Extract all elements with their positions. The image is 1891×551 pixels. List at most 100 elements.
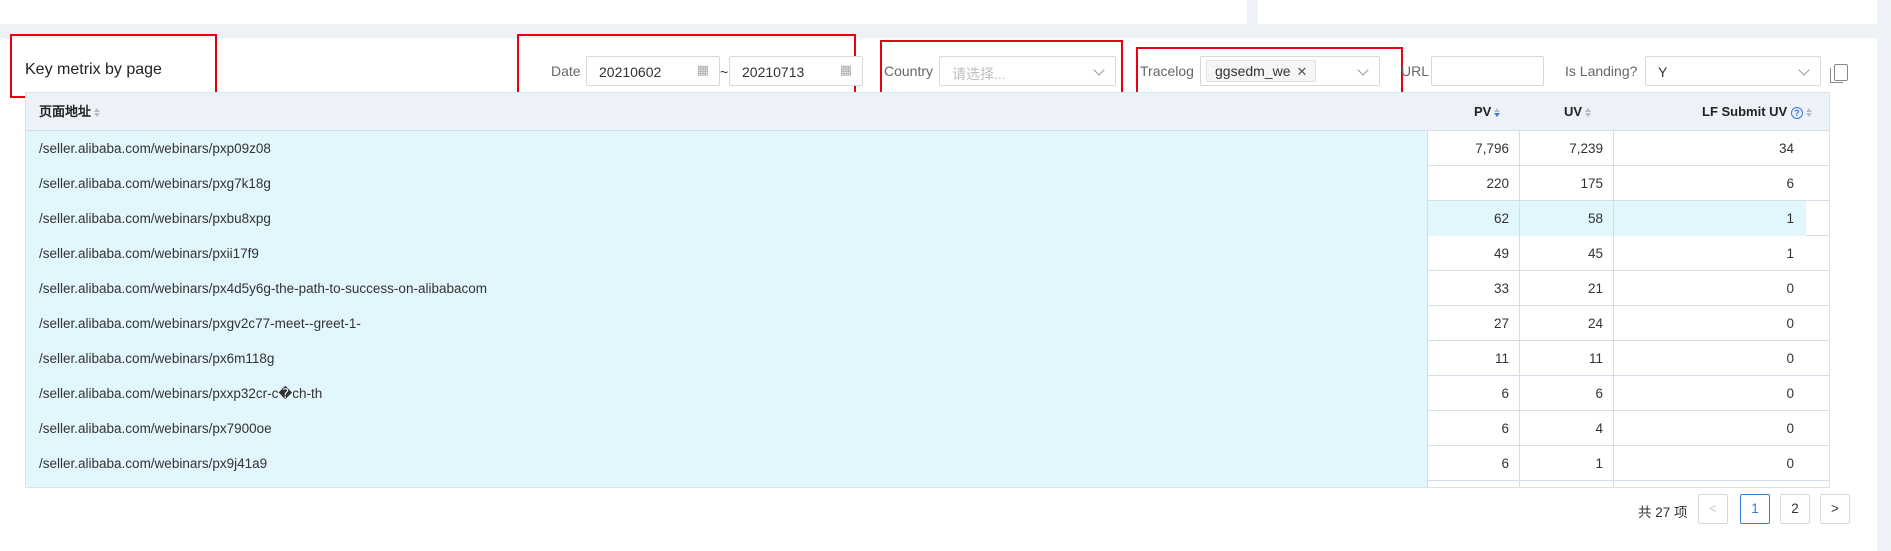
- url-cell: /seller.alibaba.com/webinars/pxxp32cr-c�…: [26, 376, 1427, 411]
- table-row[interactable]: /seller.alibaba.com/webinars/px6m118g 11…: [26, 341, 1829, 376]
- close-icon[interactable]: ✕: [1297, 64, 1308, 79]
- uv-cell: 11: [1519, 341, 1613, 376]
- pv-cell: 27: [1427, 306, 1519, 341]
- tracelog-select[interactable]: ggsedm_we ✕: [1200, 56, 1380, 86]
- sort-icon[interactable]: [1805, 108, 1813, 118]
- page-title: Key metrix by page: [25, 61, 162, 78]
- column-header-url[interactable]: 页面地址: [39, 93, 101, 131]
- lf-cell: 0: [1613, 411, 1806, 446]
- column-header-pv[interactable]: PV: [1474, 93, 1501, 131]
- url-cell: /seller.alibaba.com/webinars/px4d5y6g-th…: [26, 271, 1427, 306]
- url-label: URL: [1401, 63, 1430, 79]
- table-row[interactable]: /seller.alibaba.com/webinars/pxii17f9 49…: [26, 236, 1829, 271]
- table-row[interactable]: /seller.alibaba.com/webinars/pxbu8xpg 62…: [26, 201, 1829, 236]
- chevron-down-icon: [1093, 64, 1105, 76]
- country-label: Country: [884, 63, 934, 79]
- pagination-total: 共 27 项: [1638, 505, 1688, 520]
- lf-cell: 0: [1613, 341, 1806, 376]
- date-label: Date: [551, 63, 581, 79]
- top-card-left: [0, 0, 1247, 24]
- table-row[interactable]: /seller.alibaba.com/webinars/px4d5y6g-th…: [26, 271, 1829, 306]
- sort-icon[interactable]: [1494, 108, 1501, 118]
- lf-cell: 0: [1613, 271, 1806, 306]
- sort-icon[interactable]: [1585, 108, 1592, 118]
- help-circle-icon[interactable]: ?: [1790, 106, 1803, 119]
- landing-select[interactable]: Y: [1645, 56, 1821, 86]
- url-cell: /seller.alibaba.com/webinars/pxgv2c77-me…: [26, 306, 1427, 341]
- pv-cell: 11: [1427, 341, 1519, 376]
- date-separator: ~: [720, 64, 729, 80]
- landing-label: Is Landing?: [1565, 63, 1638, 79]
- uv-cell: [1519, 481, 1613, 487]
- table-row[interactable]: /seller.alibaba.com/webinars/pxp09z08 7,…: [26, 131, 1829, 166]
- chevron-down-icon: [1798, 64, 1810, 76]
- date-from-value: 20210602: [599, 64, 662, 80]
- table-row[interactable]: /seller.alibaba.com/webinars/px7900oe 6 …: [26, 411, 1829, 446]
- uv-cell: 4: [1519, 411, 1613, 446]
- lf-cell: 1: [1613, 236, 1806, 271]
- table-row-partial[interactable]: [26, 481, 1829, 487]
- calendar-icon: ▦: [696, 62, 709, 77]
- table-row[interactable]: /seller.alibaba.com/webinars/px9j41a9 6 …: [26, 446, 1829, 481]
- url-cell: /seller.alibaba.com/webinars/px9j41a9: [26, 446, 1427, 481]
- column-header-uv-label: UV: [1564, 104, 1583, 119]
- date-to-value: 20210713: [742, 64, 805, 80]
- url-cell: [26, 481, 1427, 487]
- lf-cell: 0: [1613, 376, 1806, 411]
- column-header-url-label: 页面地址: [39, 104, 92, 119]
- uv-cell: 7,239: [1519, 131, 1613, 166]
- uv-cell: 45: [1519, 236, 1613, 271]
- pv-cell: 49: [1427, 236, 1519, 271]
- url-cell: /seller.alibaba.com/webinars/px6m118g: [26, 341, 1427, 376]
- column-header-pv-label: PV: [1474, 104, 1492, 119]
- page-button-2[interactable]: 2: [1780, 494, 1810, 524]
- pv-cell: 7,796: [1427, 131, 1519, 166]
- lf-cell: 34: [1613, 131, 1806, 166]
- uv-cell: 58: [1519, 201, 1613, 236]
- date-from-input[interactable]: 20210602 ▦: [586, 56, 720, 86]
- pv-cell: [1427, 481, 1519, 487]
- landing-value: Y: [1658, 64, 1668, 80]
- chevron-down-icon: [1357, 64, 1369, 76]
- column-header-uv[interactable]: UV: [1564, 93, 1592, 131]
- country-select[interactable]: 请选择...: [939, 56, 1116, 86]
- uv-cell: 175: [1519, 166, 1613, 201]
- lf-cell: [1613, 481, 1806, 487]
- column-header-lf[interactable]: LF Submit UV ?: [1702, 93, 1813, 131]
- country-placeholder: 请选择...: [952, 66, 1006, 82]
- pv-cell: 6: [1427, 446, 1519, 481]
- uv-cell: 24: [1519, 306, 1613, 341]
- calendar-icon: ▦: [839, 62, 852, 77]
- url-cell: /seller.alibaba.com/webinars/pxbu8xpg: [26, 201, 1427, 236]
- date-to-input[interactable]: 20210713 ▦: [729, 56, 863, 86]
- tracelog-label: Tracelog: [1140, 63, 1194, 79]
- lf-cell: 1: [1613, 201, 1806, 236]
- page-button-1[interactable]: 1: [1740, 494, 1770, 524]
- sort-icon[interactable]: [94, 108, 101, 118]
- lf-cell: 0: [1613, 446, 1806, 481]
- table-row[interactable]: /seller.alibaba.com/webinars/pxxp32cr-c�…: [26, 376, 1829, 411]
- pv-cell: 6: [1427, 376, 1519, 411]
- next-page-button[interactable]: >: [1820, 494, 1850, 524]
- uv-cell: 6: [1519, 376, 1613, 411]
- tracelog-tag[interactable]: ggsedm_we ✕: [1206, 60, 1317, 82]
- tracelog-tag-label: ggsedm_we: [1215, 63, 1291, 79]
- column-header-lf-label: LF Submit UV: [1702, 104, 1788, 119]
- url-cell: /seller.alibaba.com/webinars/px7900oe: [26, 411, 1427, 446]
- lf-cell: 0: [1613, 306, 1806, 341]
- url-input[interactable]: [1431, 56, 1544, 86]
- table-row[interactable]: /seller.alibaba.com/webinars/pxg7k18g 22…: [26, 166, 1829, 201]
- pv-cell: 220: [1427, 166, 1519, 201]
- table-row[interactable]: /seller.alibaba.com/webinars/pxgv2c77-me…: [26, 306, 1829, 341]
- pv-cell: 33: [1427, 271, 1519, 306]
- metrics-table: 页面地址 PV UV LF Submit UV ? /seller.alibab…: [25, 92, 1830, 488]
- url-cell: /seller.alibaba.com/webinars/pxg7k18g: [26, 166, 1427, 201]
- uv-cell: 21: [1519, 271, 1613, 306]
- table-header: 页面地址 PV UV LF Submit UV ?: [26, 93, 1829, 131]
- url-cell: /seller.alibaba.com/webinars/pxii17f9: [26, 236, 1427, 271]
- lf-cell: 6: [1613, 166, 1806, 201]
- prev-page-button[interactable]: <: [1698, 494, 1728, 524]
- pv-cell: 6: [1427, 411, 1519, 446]
- url-cell: /seller.alibaba.com/webinars/pxp09z08: [26, 131, 1427, 166]
- copy-icon[interactable]: [1830, 64, 1848, 83]
